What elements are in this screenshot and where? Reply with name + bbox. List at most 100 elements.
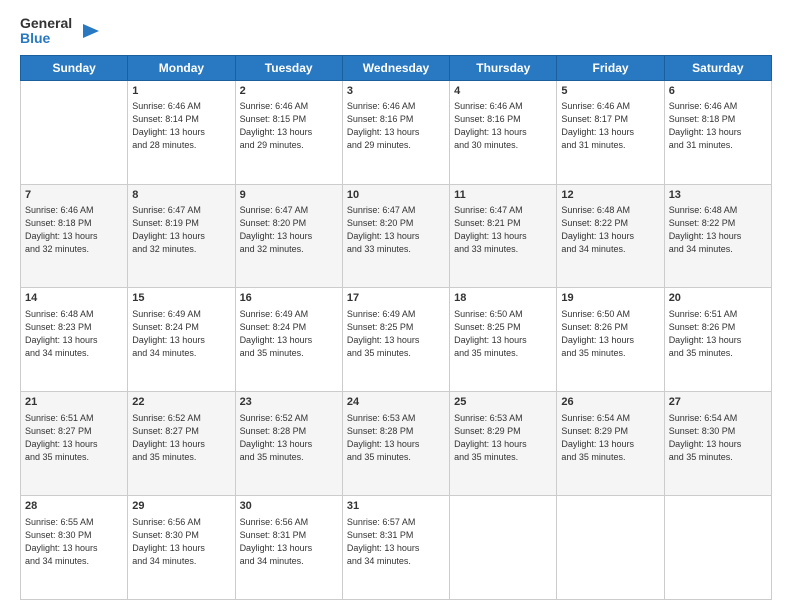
day-number: 2 <box>240 84 338 99</box>
calendar-cell: 19Sunrise: 6:50 AMSunset: 8:26 PMDayligh… <box>557 288 664 392</box>
day-number: 29 <box>132 499 230 514</box>
calendar-week-3: 14 Sunrise: 6:48 AMSunset: 8:23 PMDayligh… <box>21 288 772 392</box>
calendar-week-5: 28 Sunrise: 6:55 AMSunset: 8:30 PMDayligh… <box>21 496 772 600</box>
day-number: 12 <box>561 188 659 203</box>
day-header-tuesday: Tuesday <box>235 55 342 80</box>
cell-info: Sunrise: 6:53 AMSunset: 8:28 PMDaylight:… <box>347 412 445 464</box>
calendar-cell: 22Sunrise: 6:52 AMSunset: 8:27 PMDayligh… <box>128 392 235 496</box>
cell-info: Sunrise: 6:56 AMSunset: 8:30 PMDaylight:… <box>132 516 230 568</box>
day-number: 21 <box>25 395 123 410</box>
day-header-wednesday: Wednesday <box>342 55 449 80</box>
cell-info: Sunrise: 6:53 AMSunset: 8:29 PMDaylight:… <box>454 412 552 464</box>
day-number: 20 <box>669 291 767 306</box>
cell-info: Sunrise: 6:46 AMSunset: 8:17 PMDaylight:… <box>561 100 659 152</box>
day-number: 6 <box>669 84 767 99</box>
day-number: 15 <box>132 291 230 306</box>
day-number: 17 <box>347 291 445 306</box>
day-number: 23 <box>240 395 338 410</box>
calendar-week-2: 7Sunrise: 6:46 AMSunset: 8:18 PMDaylight… <box>21 184 772 288</box>
day-number: 14 <box>25 291 123 306</box>
cell-info: Sunrise: 6:51 AMSunset: 8:27 PMDaylight:… <box>25 412 123 464</box>
day-header-monday: Monday <box>128 55 235 80</box>
day-number: 7 <box>25 188 123 203</box>
calendar-cell: 9Sunrise: 6:47 AMSunset: 8:20 PMDaylight… <box>235 184 342 288</box>
day-number: 27 <box>669 395 767 410</box>
calendar-table: SundayMondayTuesdayWednesdayThursdayFrid… <box>20 55 772 600</box>
cell-info: Sunrise: 6:50 AMSunset: 8:26 PMDaylight:… <box>561 308 659 360</box>
calendar-cell: 11Sunrise: 6:47 AMSunset: 8:21 PMDayligh… <box>450 184 557 288</box>
cell-info: Sunrise: 6:49 AMSunset: 8:24 PMDaylight:… <box>240 308 338 360</box>
calendar-cell: 24Sunrise: 6:53 AMSunset: 8:28 PMDayligh… <box>342 392 449 496</box>
cell-info: Sunrise: 6:46 AMSunset: 8:16 PMDaylight:… <box>454 100 552 152</box>
day-number: 16 <box>240 291 338 306</box>
day-number: 18 <box>454 291 552 306</box>
cell-info: Sunrise: 6:50 AMSunset: 8:25 PMDaylight:… <box>454 308 552 360</box>
calendar-cell: 20 Sunrise: 6:51 AMSunset: 8:26 PMDayligh… <box>664 288 771 392</box>
cell-info: Sunrise: 6:48 AMSunset: 8:23 PMDaylight:… <box>25 308 123 360</box>
calendar-cell: 21 Sunrise: 6:51 AMSunset: 8:27 PMDayligh… <box>21 392 128 496</box>
calendar-cell: 3Sunrise: 6:46 AMSunset: 8:16 PMDaylight… <box>342 80 449 184</box>
calendar-cell: 10Sunrise: 6:47 AMSunset: 8:20 PMDayligh… <box>342 184 449 288</box>
cell-info: Sunrise: 6:46 AMSunset: 8:16 PMDaylight:… <box>347 100 445 152</box>
day-number: 9 <box>240 188 338 203</box>
day-number: 4 <box>454 84 552 99</box>
cell-info: Sunrise: 6:48 AMSunset: 8:22 PMDaylight:… <box>669 204 767 256</box>
calendar-cell <box>450 496 557 600</box>
calendar-cell: 27 Sunrise: 6:54 AMSunset: 8:30 PMDayligh… <box>664 392 771 496</box>
calendar-cell: 29 Sunrise: 6:56 AMSunset: 8:30 PMDayligh… <box>128 496 235 600</box>
day-header-saturday: Saturday <box>664 55 771 80</box>
calendar-cell: 30Sunrise: 6:56 AMSunset: 8:31 PMDayligh… <box>235 496 342 600</box>
logo-general: General <box>20 16 72 31</box>
calendar-cell: 2Sunrise: 6:46 AMSunset: 8:15 PMDaylight… <box>235 80 342 184</box>
calendar-cell: 18 Sunrise: 6:50 AMSunset: 8:25 PMDayligh… <box>450 288 557 392</box>
calendar-cell: 12Sunrise: 6:48 AMSunset: 8:22 PMDayligh… <box>557 184 664 288</box>
cell-info: Sunrise: 6:54 AMSunset: 8:29 PMDaylight:… <box>561 412 659 464</box>
cell-info: Sunrise: 6:54 AMSunset: 8:30 PMDaylight:… <box>669 412 767 464</box>
cell-info: Sunrise: 6:47 AMSunset: 8:21 PMDaylight:… <box>454 204 552 256</box>
cell-info: Sunrise: 6:47 AMSunset: 8:19 PMDaylight:… <box>132 204 230 256</box>
calendar-cell <box>664 496 771 600</box>
day-number: 5 <box>561 84 659 99</box>
cell-info: Sunrise: 6:47 AMSunset: 8:20 PMDaylight:… <box>347 204 445 256</box>
cell-info: Sunrise: 6:49 AMSunset: 8:25 PMDaylight:… <box>347 308 445 360</box>
cell-info: Sunrise: 6:46 AMSunset: 8:14 PMDaylight:… <box>132 100 230 152</box>
calendar-cell: 17 Sunrise: 6:49 AMSunset: 8:25 PMDayligh… <box>342 288 449 392</box>
calendar-cell: 23 Sunrise: 6:52 AMSunset: 8:28 PMDayligh… <box>235 392 342 496</box>
day-number: 10 <box>347 188 445 203</box>
cell-info: Sunrise: 6:49 AMSunset: 8:24 PMDaylight:… <box>132 308 230 360</box>
cell-info: Sunrise: 6:56 AMSunset: 8:31 PMDaylight:… <box>240 516 338 568</box>
calendar-cell: 13Sunrise: 6:48 AMSunset: 8:22 PMDayligh… <box>664 184 771 288</box>
calendar-week-1: 1Sunrise: 6:46 AMSunset: 8:14 PMDaylight… <box>21 80 772 184</box>
day-header-sunday: Sunday <box>21 55 128 80</box>
calendar-week-4: 21 Sunrise: 6:51 AMSunset: 8:27 PMDayligh… <box>21 392 772 496</box>
calendar-cell: 1Sunrise: 6:46 AMSunset: 8:14 PMDaylight… <box>128 80 235 184</box>
calendar-cell: 25 Sunrise: 6:53 AMSunset: 8:29 PMDayligh… <box>450 392 557 496</box>
day-number: 28 <box>25 499 123 514</box>
day-number: 25 <box>454 395 552 410</box>
cell-info: Sunrise: 6:52 AMSunset: 8:28 PMDaylight:… <box>240 412 338 464</box>
calendar-cell: 28 Sunrise: 6:55 AMSunset: 8:30 PMDayligh… <box>21 496 128 600</box>
calendar-cell: 5Sunrise: 6:46 AMSunset: 8:17 PMDaylight… <box>557 80 664 184</box>
calendar-cell: 7Sunrise: 6:46 AMSunset: 8:18 PMDaylight… <box>21 184 128 288</box>
logo-text-block: General Blue <box>20 16 72 47</box>
day-number: 22 <box>132 395 230 410</box>
cell-info: Sunrise: 6:55 AMSunset: 8:30 PMDaylight:… <box>25 516 123 568</box>
day-number: 8 <box>132 188 230 203</box>
calendar-header-row: SundayMondayTuesdayWednesdayThursdayFrid… <box>21 55 772 80</box>
calendar-cell: 31Sunrise: 6:57 AMSunset: 8:31 PMDayligh… <box>342 496 449 600</box>
cell-info: Sunrise: 6:48 AMSunset: 8:22 PMDaylight:… <box>561 204 659 256</box>
cell-info: Sunrise: 6:51 AMSunset: 8:26 PMDaylight:… <box>669 308 767 360</box>
logo-blue: Blue <box>20 31 72 46</box>
day-number: 11 <box>454 188 552 203</box>
calendar-cell: 15 Sunrise: 6:49 AMSunset: 8:24 PMDayligh… <box>128 288 235 392</box>
logo-triangle-icon <box>79 20 101 42</box>
day-number: 31 <box>347 499 445 514</box>
calendar-cell: 14 Sunrise: 6:48 AMSunset: 8:23 PMDayligh… <box>21 288 128 392</box>
calendar-cell: 26Sunrise: 6:54 AMSunset: 8:29 PMDayligh… <box>557 392 664 496</box>
calendar-cell <box>557 496 664 600</box>
cell-info: Sunrise: 6:46 AMSunset: 8:18 PMDaylight:… <box>25 204 123 256</box>
day-header-friday: Friday <box>557 55 664 80</box>
day-number: 3 <box>347 84 445 99</box>
cell-info: Sunrise: 6:47 AMSunset: 8:20 PMDaylight:… <box>240 204 338 256</box>
calendar-cell <box>21 80 128 184</box>
